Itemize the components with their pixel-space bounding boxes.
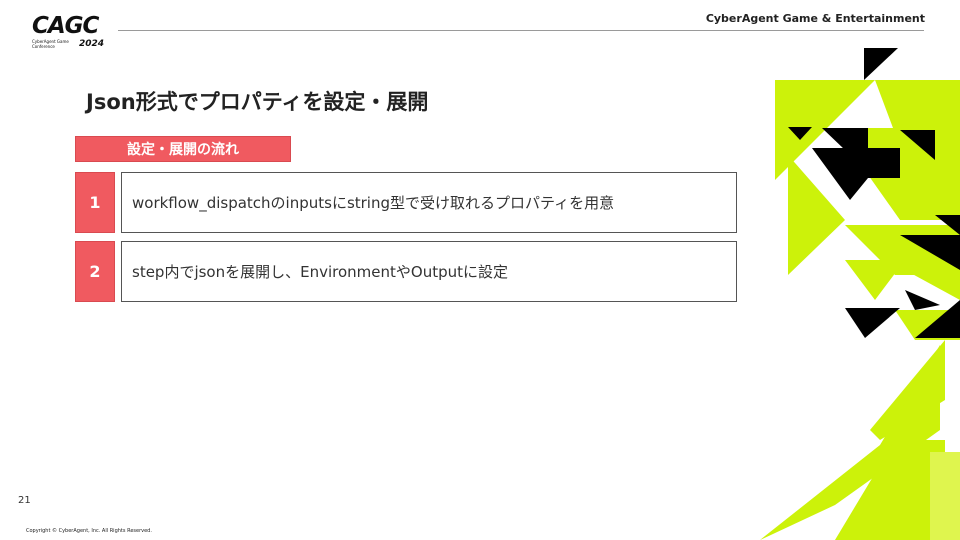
deco-black-shape xyxy=(845,308,900,338)
deco-black-shape xyxy=(905,290,940,310)
decorative-pattern xyxy=(760,48,960,540)
deco-black-shape xyxy=(822,128,868,150)
deco-lime-shape xyxy=(930,452,960,540)
page-number: 21 xyxy=(18,495,31,506)
deco-black-shape xyxy=(864,48,898,80)
copyright: Copyright © CyberAgent, Inc. All Rights … xyxy=(26,528,152,534)
deco-lime-shape xyxy=(845,260,905,300)
